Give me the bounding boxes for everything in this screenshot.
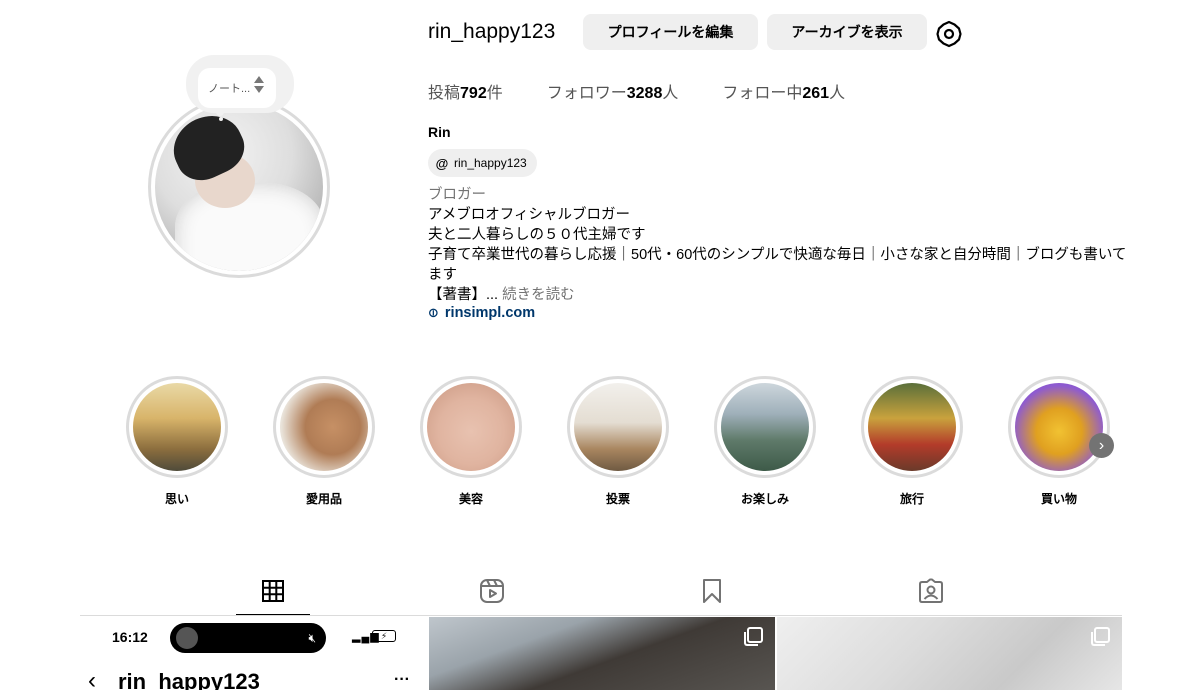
highlight-image xyxy=(868,383,956,471)
read-more-link[interactable]: 続きを読む xyxy=(502,287,575,303)
bio-line-last: 【著書】... 続きを読む xyxy=(428,287,575,303)
profile-bio: ブロガー アメブロオフィシャルブロガー 夫と二人暮らしの５０代主婦です 子育て卒… xyxy=(428,185,1128,305)
battery-icon: ⚡ xyxy=(372,630,396,642)
website-link[interactable]: ⊘ rinsimpl.com xyxy=(424,303,536,321)
dynamic-island: 🔇︎ xyxy=(170,623,326,653)
highlight-image xyxy=(280,383,368,471)
highlight-ring xyxy=(420,376,522,478)
carousel-icon xyxy=(744,627,763,646)
reels-icon xyxy=(480,579,504,603)
highlight-item[interactable]: 思い xyxy=(126,376,228,507)
highlight-ring xyxy=(861,376,963,478)
link-icon: ⊘ xyxy=(423,303,443,322)
highlight-item[interactable]: 投票 xyxy=(567,376,669,507)
threads-handle: rin_happy123 xyxy=(454,156,527,170)
highlight-image xyxy=(574,383,662,471)
back-icon: ‹ xyxy=(88,667,96,690)
profile-avatar[interactable] xyxy=(148,96,330,278)
bio-line: 子育て卒業世代の暮らし応援｜50代・60代のシンプルで快適な毎日｜小さな家と自分… xyxy=(428,247,1127,283)
highlight-label: 投票 xyxy=(605,492,630,506)
gear-icon[interactable] xyxy=(935,20,963,48)
tagged-icon xyxy=(919,578,943,603)
chevron-right-icon[interactable]: › xyxy=(1089,433,1114,458)
bio-line: アメブロオフィシャルブロガー xyxy=(428,207,630,223)
tab-reels[interactable] xyxy=(478,577,506,605)
tab-saved[interactable] xyxy=(698,577,726,605)
post-thumbnail[interactable] xyxy=(777,617,1122,690)
post-thumbnail[interactable] xyxy=(429,617,775,690)
highlight-image xyxy=(133,383,221,471)
profile-stats: 投稿792件 フォロワー3288人 フォロー中261人 xyxy=(428,79,845,103)
highlight-ring xyxy=(126,376,228,478)
tab-posts-grid[interactable] xyxy=(259,577,287,605)
profile-username: rin_happy123 xyxy=(428,20,556,43)
threads-link[interactable]: @ rin_happy123 xyxy=(428,149,537,177)
grid-icon xyxy=(262,580,284,602)
highlight-label: 美容 xyxy=(458,492,483,506)
following-count[interactable]: フォロー中261人 xyxy=(722,79,845,103)
followers-count[interactable]: フォロワー3288人 xyxy=(547,79,679,103)
highlight-image xyxy=(721,383,809,471)
tabs-divider xyxy=(80,615,1122,616)
note-tail-dot-small xyxy=(219,117,223,121)
highlight-ring xyxy=(1008,376,1110,478)
phone-username: rin_happy123 xyxy=(118,669,260,690)
carousel-icon xyxy=(1091,627,1110,646)
note-scroll-icon[interactable] xyxy=(254,76,264,93)
highlight-ring xyxy=(714,376,816,478)
note-tail-dot xyxy=(216,108,224,116)
highlight-label: 旅行 xyxy=(899,492,924,506)
post-thumbnail[interactable]: 16:12 🔇︎ ▂▄▆ ⚡ ‹ rin_happy123 ··· xyxy=(80,617,426,690)
edit-profile-button[interactable]: プロフィールを編集 xyxy=(583,14,758,50)
highlight-item[interactable]: 旅行 xyxy=(861,376,963,507)
highlight-ring xyxy=(567,376,669,478)
posts-count: 投稿792件 xyxy=(428,85,503,102)
view-archive-button[interactable]: アーカイブを表示 xyxy=(767,14,927,50)
highlight-item[interactable]: お楽しみ xyxy=(714,376,816,507)
highlight-label: お楽しみ xyxy=(740,492,789,506)
note-text[interactable]: ノート... xyxy=(198,68,276,108)
highlight-label: 買い物 xyxy=(1040,492,1077,506)
more-icon: ··· xyxy=(394,671,410,688)
bio-line: 夫と二人暮らしの５０代主婦です xyxy=(428,227,646,243)
highlight-image xyxy=(1015,383,1103,471)
phone-status-time: 16:12 xyxy=(112,629,148,645)
website-url: rinsimpl.com xyxy=(444,305,536,321)
highlight-ring xyxy=(273,376,375,478)
highlight-label: 思い xyxy=(164,492,189,506)
threads-icon: @ xyxy=(435,155,449,171)
mute-icon: 🔇︎ xyxy=(308,630,316,645)
bookmark-icon xyxy=(703,579,721,603)
highlight-item[interactable]: 美容 xyxy=(420,376,522,507)
avatar-image xyxy=(155,103,323,271)
highlight-image xyxy=(427,383,515,471)
highlight-label: 愛用品 xyxy=(305,492,342,506)
tab-tagged[interactable] xyxy=(917,577,945,605)
profile-category: ブロガー xyxy=(428,187,486,203)
highlight-item[interactable]: 愛用品 xyxy=(273,376,375,507)
profile-full-name: Rin xyxy=(428,124,451,140)
